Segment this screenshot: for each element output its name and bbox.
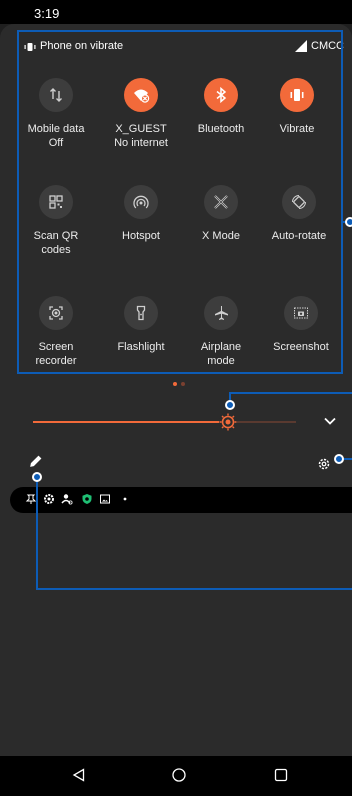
page-dot-active[interactable] (173, 382, 177, 386)
user-settings-icon (61, 494, 73, 505)
page-dot[interactable] (181, 382, 185, 386)
status-time: 3:19 (34, 6, 60, 21)
callout-dot (32, 472, 42, 482)
back-icon[interactable] (72, 768, 86, 782)
tiles-highlight-box (17, 30, 343, 374)
callout-line (36, 478, 38, 590)
shield-icon (82, 494, 92, 504)
edit-icon[interactable] (29, 454, 43, 468)
page-indicator (173, 382, 185, 386)
brightness-track-filled[interactable] (33, 421, 228, 423)
brightness-track-empty[interactable] (232, 421, 296, 423)
status-bar: 3:19 (0, 0, 352, 24)
gear-icon (44, 494, 54, 504)
home-icon[interactable] (171, 767, 187, 783)
gear-icon[interactable] (317, 457, 331, 471)
callout-line (36, 588, 352, 590)
recents-icon[interactable] (274, 768, 288, 782)
callout-dot (225, 400, 235, 410)
image-icon (100, 494, 110, 504)
chevron-down-icon[interactable] (323, 416, 337, 426)
callout-dot (334, 454, 344, 464)
callout-dot (345, 217, 352, 227)
callout-line (229, 392, 352, 394)
more-notifications-dot (123, 497, 127, 501)
brightness-thumb[interactable] (218, 412, 238, 432)
